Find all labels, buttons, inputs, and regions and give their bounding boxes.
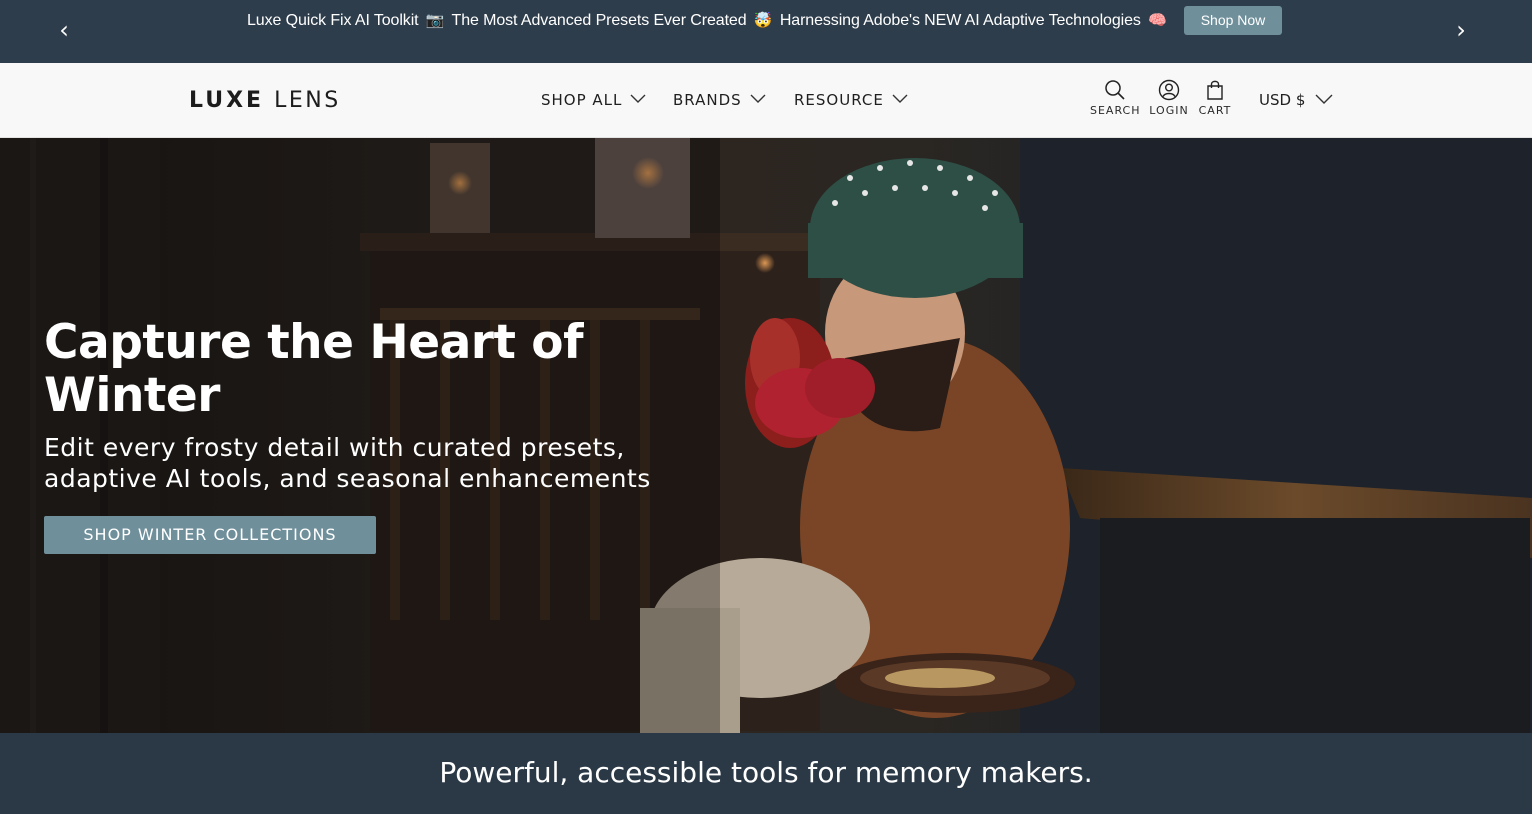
shopping-bag-icon bbox=[1207, 80, 1223, 100]
nav-resource[interactable]: RESOURCE bbox=[794, 88, 908, 112]
chevron-down-icon bbox=[630, 94, 646, 103]
hero-title: Capture the Heart of Winter bbox=[44, 315, 584, 423]
search-label: SEARCH bbox=[1090, 104, 1141, 117]
search-icon bbox=[1105, 80, 1125, 100]
nav-brands-label: BRANDS bbox=[673, 91, 742, 109]
search-button[interactable]: SEARCH bbox=[1090, 79, 1140, 117]
login-button[interactable]: LOGIN bbox=[1148, 79, 1190, 117]
site-header: LUXE LENS SHOP ALL BRANDS RESOURCE SEARC… bbox=[0, 63, 1532, 138]
site-logo[interactable]: LUXE LENS bbox=[189, 87, 341, 115]
announcement-text-2: The Most Advanced Presets Ever Created bbox=[451, 12, 747, 29]
announcement-bar: ‹ Luxe Quick Fix AI Toolkit 📷 The Most A… bbox=[0, 0, 1532, 63]
logo-word-luxe: LUXE bbox=[189, 88, 265, 113]
announcement-message: Luxe Quick Fix AI Toolkit 📷 The Most Adv… bbox=[247, 9, 1170, 33]
tagline-text: Powerful, accessible tools for memory ma… bbox=[439, 756, 1093, 789]
nav-shop-all-label: SHOP ALL bbox=[541, 91, 623, 109]
announcement-text-1: Luxe Quick Fix AI Toolkit bbox=[247, 12, 419, 29]
nav-brands[interactable]: BRANDS bbox=[673, 88, 766, 112]
tagline-band: Powerful, accessible tools for memory ma… bbox=[0, 733, 1532, 814]
user-icon bbox=[1158, 79, 1180, 101]
login-label: LOGIN bbox=[1149, 104, 1189, 117]
hero-banner: Capture the Heart of Winter Edit every f… bbox=[0, 138, 1532, 733]
currency-selector[interactable]: USD $ bbox=[1259, 89, 1333, 111]
chevron-down-icon bbox=[1315, 94, 1333, 104]
chevron-down-icon bbox=[892, 94, 908, 103]
hero-subtitle-line-2: adaptive AI tools, and seasonal enhancem… bbox=[44, 464, 651, 493]
nav-resource-label: RESOURCE bbox=[794, 91, 884, 109]
chevron-down-icon bbox=[750, 94, 766, 103]
camera-emoji-icon: 📷 bbox=[425, 12, 445, 29]
logo-word-lens: LENS bbox=[274, 88, 341, 113]
shop-now-button[interactable]: Shop Now bbox=[1184, 6, 1282, 35]
mind-blown-emoji-icon: 🤯 bbox=[753, 12, 773, 29]
nav-shop-all[interactable]: SHOP ALL bbox=[541, 88, 646, 112]
next-announcement-arrow[interactable]: › bbox=[1446, 16, 1476, 46]
currency-label: USD $ bbox=[1259, 91, 1306, 109]
previous-announcement-arrow[interactable]: ‹ bbox=[49, 16, 79, 46]
brain-emoji-icon: 🧠 bbox=[1148, 12, 1167, 29]
cart-label: CART bbox=[1198, 104, 1232, 117]
announcement-text-3: Harnessing Adobe's NEW AI Adaptive Techn… bbox=[779, 12, 1141, 29]
hero-subtitle: Edit every frosty detail with curated pr… bbox=[44, 432, 724, 494]
shop-winter-collections-button[interactable]: SHOP WINTER COLLECTIONS bbox=[44, 516, 376, 554]
hero-subtitle-line-1: Edit every frosty detail with curated pr… bbox=[44, 433, 625, 462]
cart-button[interactable]: CART bbox=[1196, 79, 1234, 117]
